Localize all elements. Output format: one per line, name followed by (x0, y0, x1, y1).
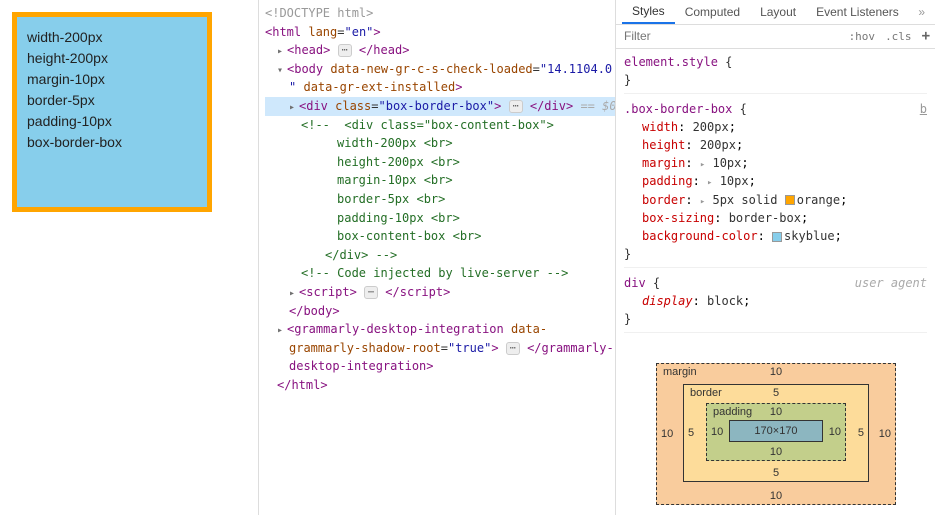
rule-element-style[interactable]: element.style { } (624, 53, 927, 94)
box-model-diagram: margin 10 10 10 10 border 5 5 5 5 paddin… (616, 343, 935, 515)
dom-grammarly-close[interactable]: desktop-integration> (265, 357, 615, 376)
padding-top-val: 10 (770, 406, 782, 418)
color-swatch-orange[interactable] (785, 195, 795, 205)
box-text-line: border-5px (27, 90, 197, 111)
box-text-line: width-200px (27, 27, 197, 48)
tab-layout[interactable]: Layout (750, 0, 806, 24)
margin-right-val: 10 (879, 428, 891, 440)
margin-bottom-val: 10 (770, 490, 782, 502)
dom-comment-open[interactable]: <!-- <div class="box-content-box"> (265, 116, 615, 135)
box-text-line: margin-10px (27, 69, 197, 90)
hov-toggle[interactable]: :hov (844, 30, 881, 43)
box-model-margin[interactable]: margin 10 10 10 10 border 5 5 5 5 paddin… (656, 363, 896, 505)
dom-html-close[interactable]: </html> (265, 376, 615, 395)
cls-toggle[interactable]: .cls (880, 30, 917, 43)
dom-html-open[interactable]: <html lang="en"> (265, 23, 615, 42)
dom-body-open-cont[interactable]: " data-gr-ext-installed> (265, 78, 615, 97)
border-bottom-val: 5 (773, 467, 779, 479)
dom-doctype[interactable]: <!DOCTYPE html> (265, 4, 615, 23)
color-swatch-skyblue[interactable] (772, 232, 782, 242)
padding-right-val: 10 (829, 426, 841, 438)
rule-box-border-box[interactable]: .box-border-box { b width: 200px; height… (624, 100, 927, 269)
rendered-box: width-200px height-200px margin-10px bor… (12, 12, 212, 212)
dom-script[interactable]: <script> ⋯ </script> (265, 283, 615, 302)
styles-panel: Styles Computed Layout Event Listeners »… (615, 0, 935, 515)
box-model-content[interactable]: 170×170 (729, 420, 823, 442)
dom-comment-close[interactable]: </div> --> (265, 246, 615, 265)
dom-grammarly-cont[interactable]: grammarly-shadow-root="true"> ⋯ </gramma… (265, 339, 615, 358)
border-right-val: 5 (858, 427, 864, 439)
dom-body-open[interactable]: <body data-new-gr-c-s-check-loaded="14.1… (265, 60, 615, 79)
margin-left-val: 10 (661, 428, 673, 440)
dom-comment-line[interactable]: margin-10px <br> (265, 171, 615, 190)
dom-body-close[interactable]: </body> (265, 302, 615, 321)
preview-pane: width-200px height-200px margin-10px bor… (0, 0, 258, 515)
tab-styles[interactable]: Styles (622, 0, 675, 24)
box-model-padding[interactable]: padding 10 10 10 10 170×170 (706, 403, 846, 461)
border-left-val: 5 (688, 427, 694, 439)
margin-top-val: 10 (770, 366, 782, 378)
border-top-val: 5 (773, 387, 779, 399)
styles-tabs: Styles Computed Layout Event Listeners » (616, 0, 935, 25)
tab-computed[interactable]: Computed (675, 0, 750, 24)
tabs-overflow-icon[interactable]: » (914, 5, 929, 19)
filter-input[interactable] (616, 25, 844, 47)
style-rules: element.style { } .box-border-box { b wi… (616, 49, 935, 344)
margin-label: margin (663, 366, 697, 378)
dom-comment-liveserver[interactable]: <!-- Code injected by live-server --> (265, 264, 615, 283)
dom-selected-div[interactable]: ⋯ <div class="box-border-box"> ⋯ </div> … (265, 97, 615, 116)
border-label: border (690, 387, 722, 399)
padding-label: padding (713, 406, 752, 418)
source-link[interactable]: b (920, 100, 927, 118)
box-text-line: box-border-box (27, 132, 197, 153)
box-model-border[interactable]: border 5 5 5 5 padding 10 10 10 10 170×1… (683, 384, 869, 482)
dom-grammarly-open[interactable]: <grammarly-desktop-integration data- (265, 320, 615, 339)
box-text-line: height-200px (27, 48, 197, 69)
padding-bottom-val: 10 (770, 446, 782, 458)
box-text-line: padding-10px (27, 111, 197, 132)
dom-comment-line[interactable]: padding-10px <br> (265, 209, 615, 228)
filter-row: :hov .cls + (616, 25, 935, 48)
elements-panel[interactable]: <!DOCTYPE html> <html lang="en"> <head> … (258, 0, 615, 515)
rule-user-agent-div[interactable]: user agent div { display: block; } (624, 274, 927, 333)
dom-comment-line[interactable]: height-200px <br> (265, 153, 615, 172)
dom-comment-line[interactable]: width-200px <br> (265, 134, 615, 153)
tab-event-listeners[interactable]: Event Listeners (806, 0, 909, 24)
padding-left-val: 10 (711, 426, 723, 438)
new-style-rule-button[interactable]: + (917, 28, 935, 44)
dom-comment-line[interactable]: box-content-box <br> (265, 227, 615, 246)
dom-head[interactable]: <head> ⋯ </head> (265, 41, 615, 60)
dom-comment-line[interactable]: border-5px <br> (265, 190, 615, 209)
